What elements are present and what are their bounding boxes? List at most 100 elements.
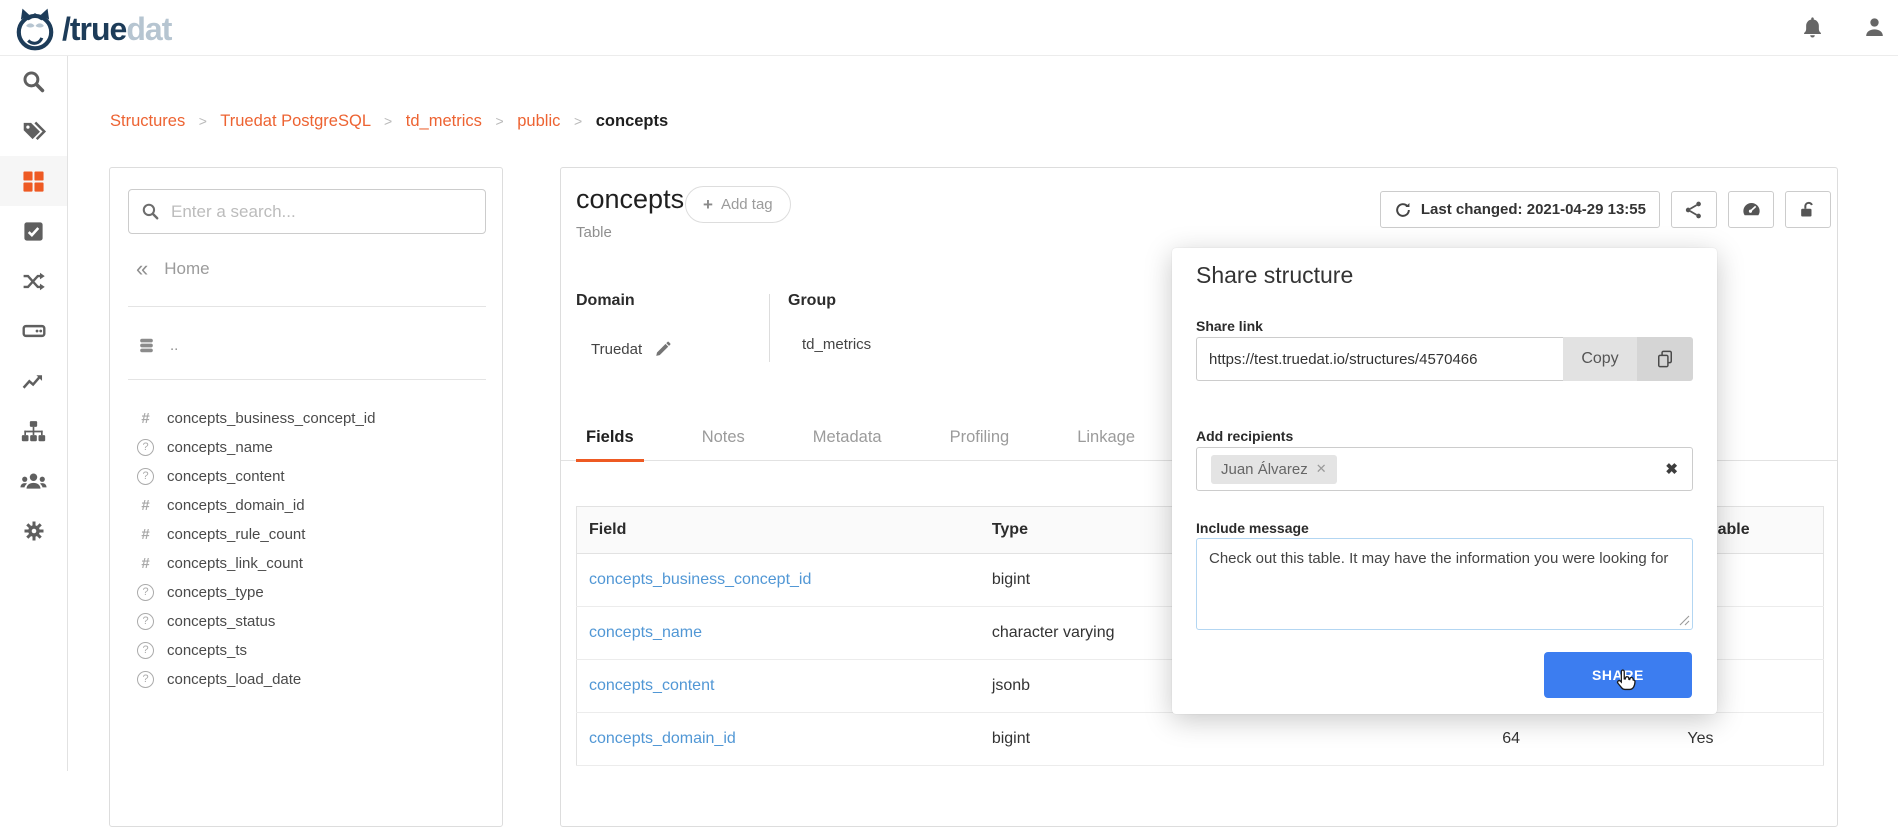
structure-navigation-panel: « Home .. concepts_business_concept_id c… bbox=[109, 167, 503, 827]
field-list-item[interactable]: concepts_type bbox=[137, 578, 487, 607]
field-list-item[interactable]: concepts_ts bbox=[137, 636, 487, 665]
question-circle-icon bbox=[137, 671, 154, 688]
edit-pencil-icon[interactable] bbox=[654, 340, 672, 358]
rail-item-tags[interactable] bbox=[0, 106, 67, 156]
recipients-input[interactable]: Juan Álvarez ✕ ✖ bbox=[1196, 447, 1693, 491]
copy-icon bbox=[1655, 349, 1675, 369]
breadcrumb-link-structures[interactable]: Structures bbox=[110, 112, 185, 130]
rail-item-dashboards[interactable] bbox=[0, 356, 67, 406]
field-list-item[interactable]: concepts_content bbox=[137, 462, 487, 491]
rail-item-lineage[interactable] bbox=[0, 256, 67, 306]
add-tag-label: Add tag bbox=[721, 196, 773, 213]
hash-icon bbox=[137, 410, 154, 427]
share-link-label: Share link bbox=[1196, 318, 1263, 334]
rail-item-systems[interactable] bbox=[0, 306, 67, 356]
column-header-field: Field bbox=[577, 507, 980, 554]
field-link[interactable]: concepts_domain_id bbox=[589, 730, 736, 747]
breadcrumb-link-database[interactable]: td_metrics bbox=[406, 112, 482, 130]
field-list-item[interactable]: concepts_rule_count bbox=[137, 520, 487, 549]
collapse-double-chevron-icon: « bbox=[136, 259, 148, 279]
resize-handle[interactable] bbox=[1679, 615, 1690, 626]
field-link[interactable]: concepts_business_concept_id bbox=[589, 571, 811, 588]
truedat-logo[interactable]: /truedat bbox=[14, 6, 171, 52]
taxonomy-sitemap-icon bbox=[21, 419, 46, 444]
field-nullable: Yes bbox=[1675, 713, 1823, 766]
breadcrumb-link-system[interactable]: Truedat PostgreSQL bbox=[220, 112, 370, 130]
field-list-item[interactable]: concepts_link_count bbox=[137, 549, 487, 578]
breadcrumb-current: concepts bbox=[596, 112, 668, 130]
rail-item-taxonomy[interactable] bbox=[0, 406, 67, 456]
structure-type-label: Table bbox=[576, 224, 612, 241]
dashboards-chart-icon bbox=[21, 369, 46, 394]
page-title: concepts bbox=[576, 184, 684, 215]
share-submit-button[interactable]: SHARE bbox=[1544, 652, 1692, 698]
domain-label: Domain bbox=[576, 292, 635, 310]
home-nav-item[interactable]: « Home bbox=[136, 254, 210, 284]
message-field-wrapper bbox=[1196, 538, 1693, 630]
share-structure-button[interactable] bbox=[1671, 191, 1717, 228]
tab-fields[interactable]: Fields bbox=[576, 418, 644, 460]
search-input[interactable] bbox=[171, 202, 451, 222]
breadcrumb-link-schema[interactable]: public bbox=[517, 112, 560, 130]
tab-profiling[interactable]: Profiling bbox=[940, 418, 1020, 460]
field-list-item[interactable]: concepts_domain_id bbox=[137, 491, 487, 520]
parent-directory-item[interactable]: .. bbox=[137, 330, 178, 360]
notifications-bell-icon[interactable] bbox=[1800, 15, 1826, 41]
confidential-unlock-button[interactable] bbox=[1785, 191, 1831, 228]
field-link[interactable]: concepts_name bbox=[589, 624, 702, 641]
quality-check-icon bbox=[22, 220, 45, 243]
copy-to-clipboard-icon-button[interactable] bbox=[1637, 337, 1693, 381]
copy-button[interactable]: Copy bbox=[1563, 337, 1637, 381]
settings-gear-icon bbox=[22, 519, 46, 543]
rail-item-search[interactable] bbox=[0, 56, 67, 106]
parent-directory-label: .. bbox=[170, 337, 178, 354]
question-circle-icon bbox=[137, 584, 154, 601]
field-type: bigint bbox=[980, 713, 1490, 766]
field-list-item[interactable]: concepts_name bbox=[137, 433, 487, 462]
remove-recipient-icon[interactable]: ✕ bbox=[1316, 461, 1327, 477]
tab-notes[interactable]: Notes bbox=[692, 418, 755, 460]
question-circle-icon bbox=[137, 439, 154, 456]
field-list-item[interactable]: concepts_status bbox=[137, 607, 487, 636]
field-list-item[interactable]: concepts_business_concept_id bbox=[137, 404, 487, 433]
group-value: td_metrics bbox=[802, 336, 871, 353]
rail-item-users[interactable] bbox=[0, 456, 67, 506]
breadcrumb: Structures > Truedat PostgreSQL > td_met… bbox=[110, 112, 668, 131]
question-circle-icon bbox=[137, 642, 154, 659]
share-nodes-icon bbox=[1684, 200, 1704, 220]
field-list-item[interactable]: concepts_load_date bbox=[137, 665, 487, 694]
field-precision: 64 bbox=[1490, 713, 1675, 766]
home-label: Home bbox=[164, 259, 209, 279]
share-structure-modal: Share structure Share link Copy Add reci… bbox=[1172, 248, 1717, 714]
refresh-icon bbox=[1394, 201, 1412, 219]
rail-item-quality[interactable] bbox=[0, 206, 67, 256]
clear-recipients-icon[interactable]: ✖ bbox=[1665, 460, 1678, 478]
recipient-name: Juan Álvarez bbox=[1221, 461, 1308, 478]
lineage-shuffle-icon bbox=[21, 269, 46, 294]
add-tag-button[interactable]: + Add tag bbox=[685, 186, 791, 223]
hash-icon bbox=[137, 526, 154, 543]
tab-metadata[interactable]: Metadata bbox=[803, 418, 892, 460]
tags-icon bbox=[21, 118, 47, 144]
profiling-gauge-button[interactable] bbox=[1728, 191, 1774, 228]
breadcrumb-separator: > bbox=[199, 113, 207, 129]
rail-item-structures[interactable] bbox=[0, 156, 67, 206]
breadcrumb-separator: > bbox=[574, 113, 582, 129]
last-changed-button[interactable]: Last changed: 2021-04-29 13:55 bbox=[1380, 191, 1660, 228]
message-textarea[interactable] bbox=[1196, 538, 1693, 630]
field-link[interactable]: concepts_content bbox=[589, 677, 714, 694]
logo-text-secondary: dat bbox=[126, 11, 171, 47]
rail-item-settings[interactable] bbox=[0, 506, 67, 556]
recipient-chip: Juan Álvarez ✕ bbox=[1211, 455, 1337, 484]
search-box bbox=[128, 189, 486, 234]
structures-grid-icon bbox=[22, 170, 45, 193]
question-circle-icon bbox=[137, 613, 154, 630]
header-controls: Last changed: 2021-04-29 13:55 bbox=[1380, 191, 1831, 228]
table-row: concepts_domain_id bigint 64 Yes bbox=[577, 713, 1824, 766]
systems-server-icon bbox=[21, 318, 47, 344]
group-label: Group bbox=[788, 292, 836, 310]
tab-linkage[interactable]: Linkage bbox=[1067, 418, 1145, 460]
user-profile-icon[interactable] bbox=[1862, 15, 1888, 41]
share-link-input[interactable] bbox=[1196, 337, 1563, 381]
add-recipients-label: Add recipients bbox=[1196, 428, 1293, 444]
